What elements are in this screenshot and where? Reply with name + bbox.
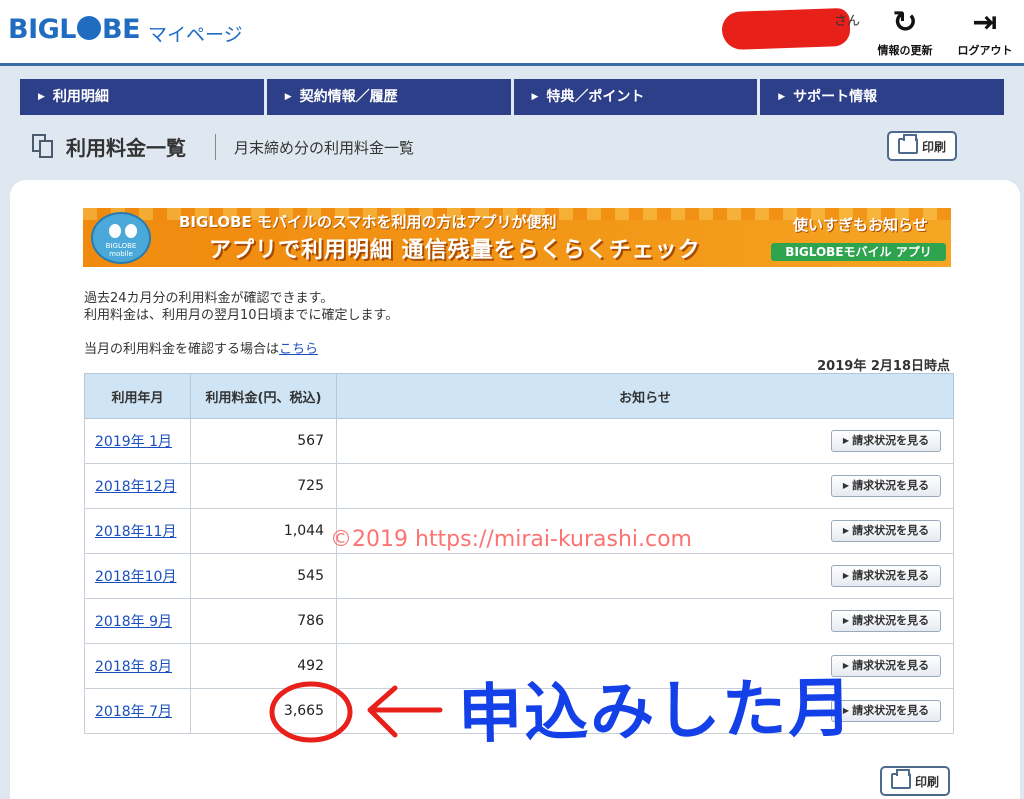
- view-billing-button[interactable]: ▶ 請求状況を見る: [831, 610, 941, 632]
- mascot-icon: BIGLOBE mobile: [91, 212, 151, 264]
- month-link[interactable]: 2019年 1月: [95, 434, 172, 450]
- month-link[interactable]: 2018年11月: [95, 524, 176, 540]
- print-button-bottom[interactable]: 印刷: [880, 766, 950, 796]
- nav-item-contract[interactable]: ▶ 契約情報／履歴: [266, 79, 511, 115]
- handwritten-note: 申込みした月: [457, 671, 855, 753]
- view-billing-button[interactable]: ▶ 請求状況を見る: [831, 520, 941, 542]
- logout-button[interactable]: ⇥ ログアウト: [948, 4, 1022, 58]
- amount-cell: 545: [190, 553, 337, 599]
- amount-cell: 1,044: [190, 508, 337, 554]
- app-promo-banner[interactable]: BIGLOBE mobile BIGLOBE モバイルのスマホを利用の方はアプリ…: [83, 208, 951, 267]
- month-link[interactable]: 2018年10月: [95, 569, 176, 585]
- current-month-prefix: 当月の利用料金を確認する場合は: [84, 342, 280, 357]
- redacted-username: [721, 7, 851, 51]
- amount-cell: 3,665: [190, 688, 337, 734]
- current-month-info: 当月の利用料金を確認する場合はこちら: [84, 338, 318, 357]
- header-month: 利用年月: [84, 373, 191, 419]
- view-billing-button[interactable]: ▶ 請求状況を見る: [831, 565, 941, 587]
- logo-o-mark: [77, 16, 101, 40]
- nav-item-usage[interactable]: ▶ 利用明細: [20, 79, 264, 115]
- title-divider: [215, 134, 216, 160]
- amount-cell: 725: [190, 463, 337, 509]
- month-link[interactable]: 2018年 9月: [95, 614, 172, 630]
- triangle-right-icon: ▶: [778, 92, 786, 102]
- banner-right-text: 使いすぎもお知らせ: [793, 216, 928, 234]
- printer-icon: [890, 769, 911, 789]
- triangle-right-icon: ▶: [38, 92, 45, 102]
- title-bar: 利用料金一覧 月末締め分の利用料金一覧: [30, 130, 1000, 166]
- triangle-right-icon: ▶: [531, 92, 539, 102]
- month-link[interactable]: 2018年 7月: [95, 704, 172, 720]
- amount-cell: 492: [190, 643, 337, 689]
- printer-icon: [897, 134, 918, 154]
- print-button-top[interactable]: 印刷: [887, 131, 957, 161]
- info-line2: 利用料金は、利用月の翌月10日頃までに確定します。: [84, 308, 399, 323]
- banner-app-badge: BIGLOBEモバイル アプリ: [771, 243, 946, 261]
- current-month-link[interactable]: こちら: [279, 342, 318, 357]
- banner-line1: BIGLOBE モバイルのスマホを利用の方はアプリが便利: [179, 213, 557, 231]
- triangle-right-icon: ▶: [284, 92, 292, 102]
- amount-cell: 567: [190, 418, 337, 464]
- table-row: 2018年10月 545 ▶ 請求状況を見る: [84, 553, 954, 599]
- copyright-watermark: ©2019 https://mirai-kurashi.com: [330, 527, 692, 552]
- page-subtitle: 月末締め分の利用料金一覧: [234, 139, 415, 157]
- table-row: 2018年 9月 786 ▶ 請求状況を見る: [84, 598, 954, 644]
- refresh-icon: ↻: [892, 5, 918, 40]
- table-row: 2019年 1月 567 ▶ 請求状況を見る: [84, 418, 954, 464]
- view-billing-button[interactable]: ▶ 請求状況を見る: [831, 430, 941, 452]
- site-header: BIGL BE マイページ さん ↻ 情報の更新 ⇥ ログアウト: [0, 0, 1024, 66]
- header-amount: 利用料金(円、税込): [190, 373, 337, 419]
- document-list-icon: [32, 134, 54, 158]
- banner-line2: アプリで利用明細 通信残量をらくらくチェック: [209, 238, 701, 263]
- logout-label: ログアウト: [957, 44, 1013, 57]
- main-nav: ▶ 利用明細 ▶ 契約情報／履歴 ▶ 特典／ポイント ▶ サポート情報: [20, 79, 1004, 115]
- view-billing-button[interactable]: ▶ 請求状況を見る: [831, 475, 941, 497]
- refresh-button[interactable]: ↻ 情報の更新: [868, 4, 942, 58]
- month-link[interactable]: 2018年 8月: [95, 659, 172, 675]
- mascot-text: BIGLOBE mobile: [105, 242, 137, 258]
- nav-item-support[interactable]: ▶ サポート情報: [760, 79, 1004, 115]
- mypage-label: マイページ: [148, 24, 243, 46]
- header-notice: お知らせ: [336, 373, 954, 419]
- month-link[interactable]: 2018年12月: [95, 479, 176, 495]
- table-header-row: 利用年月 利用料金(円、税込) お知らせ: [84, 373, 954, 419]
- user-suffix: さん: [834, 14, 861, 29]
- as-of-date: 2019年 2月18日時点: [817, 359, 950, 374]
- biglobe-logo[interactable]: BIGL BE: [8, 14, 141, 45]
- table-row: 2018年12月 725 ▶ 請求状況を見る: [84, 463, 954, 509]
- logout-icon: ⇥: [972, 5, 998, 40]
- page-title: 利用料金一覧: [66, 136, 186, 160]
- refresh-label: 情報の更新: [877, 44, 933, 57]
- amount-cell: 786: [190, 598, 337, 644]
- nav-item-benefits[interactable]: ▶ 特典／ポイント: [513, 79, 758, 115]
